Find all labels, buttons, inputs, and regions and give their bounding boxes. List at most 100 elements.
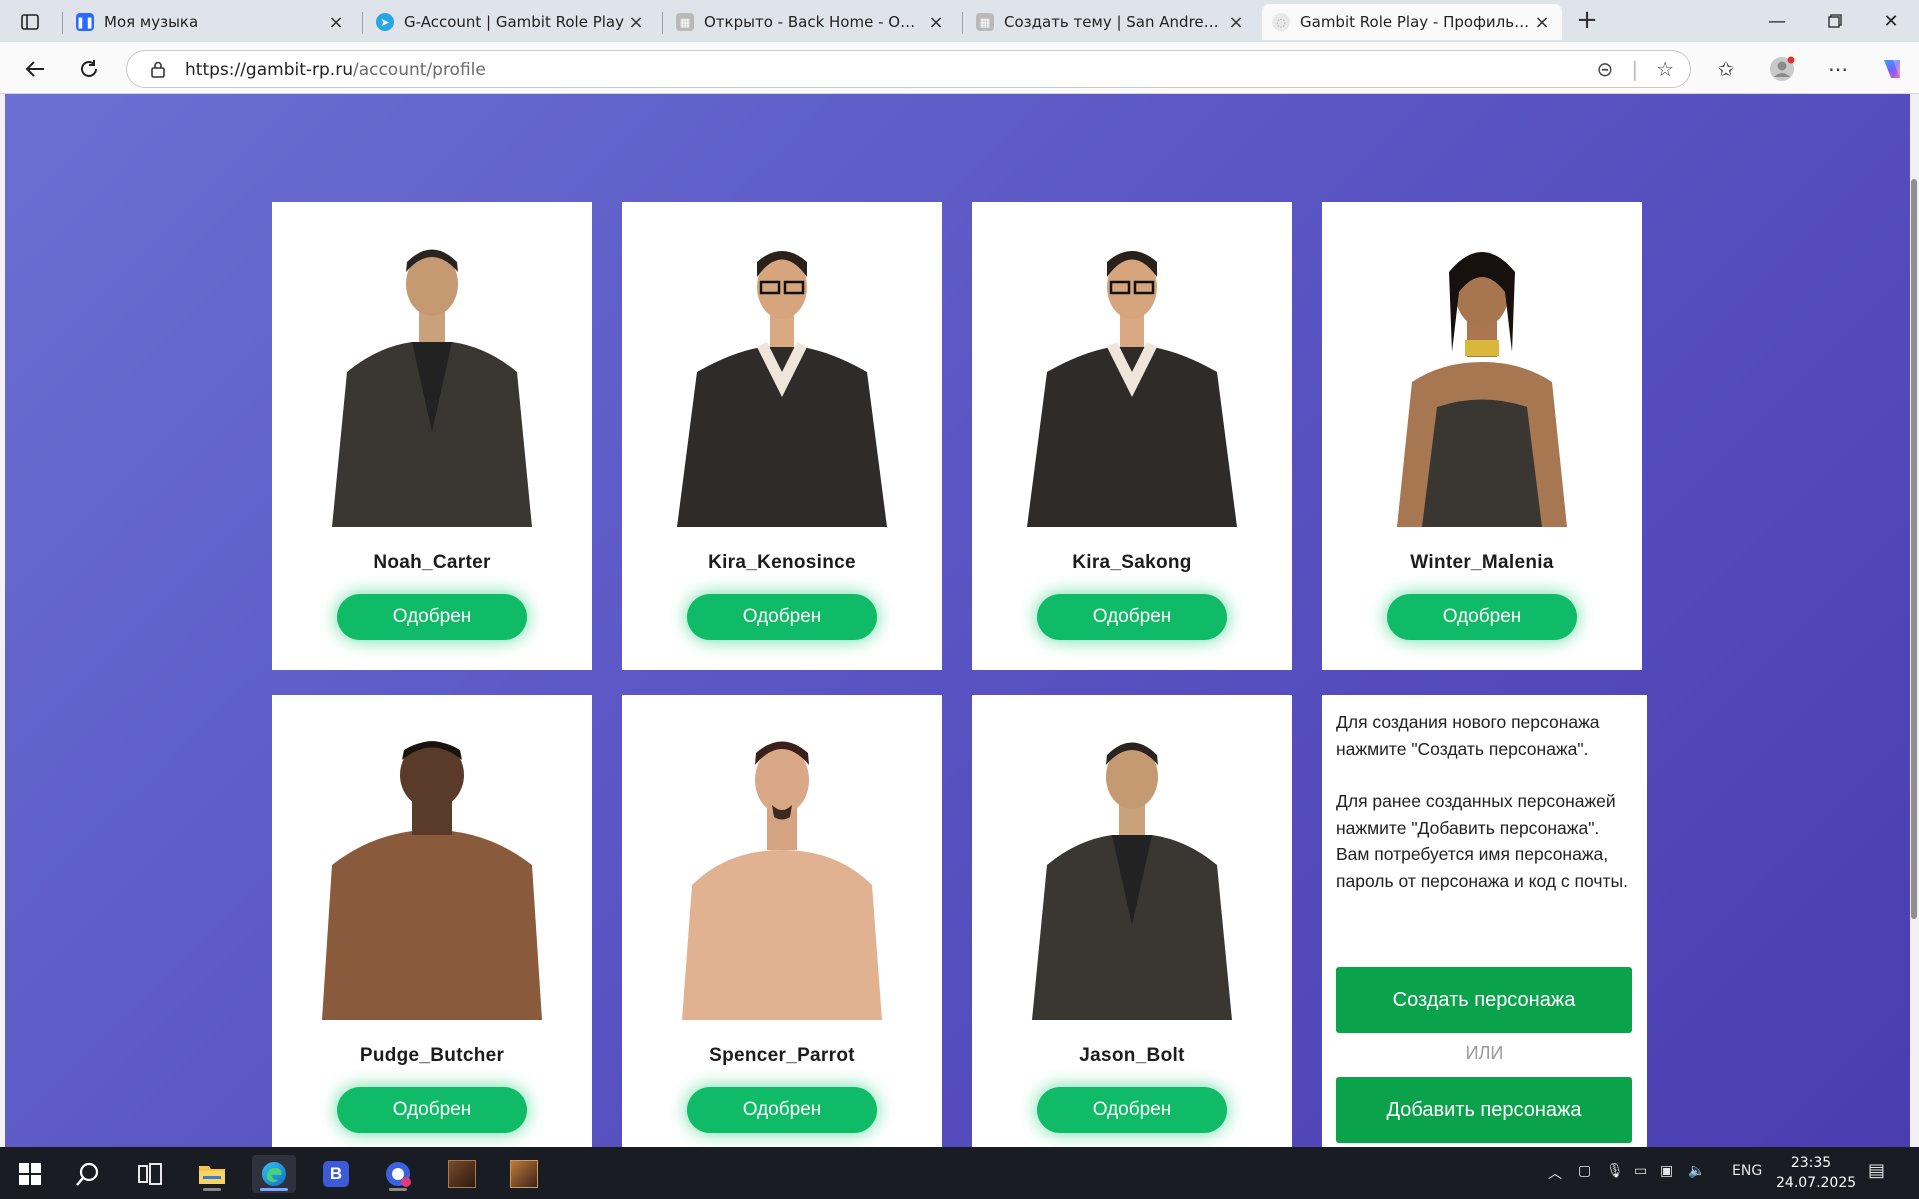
status-approved-button[interactable]: Одобрен	[337, 594, 527, 640]
windows-taskbar: B ︿ ▢ 🎙 ▭ ▣ 🔈 ENG 23:35 24.07.2025 ▤	[0, 1147, 1919, 1199]
tab-profile-ucp[interactable]: ◌ Gambit Role Play - Профиль UCP ×	[1262, 4, 1562, 40]
notification-icon[interactable]: ▤	[1868, 1160, 1885, 1181]
close-icon[interactable]: ×	[1226, 12, 1246, 33]
scrollbar-thumb[interactable]	[1911, 179, 1917, 919]
running-indicator	[389, 1188, 407, 1191]
windows-start-icon[interactable]	[8, 1155, 52, 1193]
address-bar-row: https://gambit-rp.ru/account/profile ⊝ |…	[0, 42, 1919, 94]
character-name: Jason_Bolt	[1079, 1045, 1185, 1066]
url-actions: ⊝ | ☆	[1597, 57, 1674, 81]
new-tab-button[interactable]: +	[1570, 6, 1604, 36]
edge-browser-icon[interactable]	[252, 1155, 296, 1193]
status-approved-button[interactable]: Одобрен	[337, 1087, 527, 1133]
url-field[interactable]: https://gambit-rp.ru/account/profile ⊝ |…	[126, 50, 1691, 88]
clock-time: 23:35	[1790, 1155, 1832, 1171]
volume-icon[interactable]: 🔈	[1688, 1163, 1705, 1179]
create-character-button[interactable]: Создать персонажа	[1336, 967, 1632, 1033]
active-indicator	[260, 1188, 288, 1191]
battery-icon[interactable]: ▭	[1634, 1163, 1647, 1179]
status-approved-button[interactable]: Одобрен	[687, 594, 877, 640]
chat-app-icon[interactable]	[376, 1155, 420, 1193]
b-app-icon[interactable]: B	[314, 1155, 358, 1193]
close-icon[interactable]: ×	[326, 12, 346, 33]
close-icon[interactable]: ×	[626, 12, 646, 33]
or-divider-label: ИЛИ	[1465, 1043, 1504, 1063]
character-name: Kira_Sakong	[1072, 552, 1192, 573]
tab-separator	[62, 12, 63, 34]
copilot-icon[interactable]	[1876, 54, 1908, 84]
network-icon[interactable]: ▣	[1660, 1163, 1673, 1179]
add-character-button[interactable]: Добавить персонажа	[1336, 1077, 1632, 1143]
forum-icon: ▦	[976, 13, 994, 31]
search-icon[interactable]	[66, 1155, 110, 1193]
tab-music[interactable]: ❚❚ Моя музыка ×	[66, 4, 356, 40]
tab-title: Gambit Role Play - Профиль UCP	[1300, 13, 1532, 31]
status-approved-button[interactable]: Одобрен	[687, 1087, 877, 1133]
restore-icon[interactable]	[1806, 0, 1864, 42]
close-icon[interactable]: ×	[926, 12, 946, 33]
more-reading-icon[interactable]: ⊝	[1597, 57, 1614, 81]
favorite-star-icon[interactable]: ☆	[1656, 57, 1674, 81]
lock-icon[interactable]	[151, 61, 165, 82]
tab-actions-icon[interactable]	[12, 9, 48, 35]
character-portrait	[1027, 251, 1237, 527]
tab-separator	[962, 12, 963, 34]
character-portrait	[332, 249, 532, 527]
character-card[interactable]: Winter_Malenia Одобрен	[1322, 202, 1642, 670]
url-text: https://gambit-rp.ru/account/profile	[185, 60, 486, 80]
page-content: Noah_Carter Одобрен Kira_Kenosince Одобр…	[5, 94, 1910, 1147]
telegram-icon: ➤	[376, 13, 394, 31]
page-scrollbar[interactable]	[1910, 94, 1919, 1147]
refresh-icon[interactable]	[74, 54, 104, 84]
clock[interactable]: 23:35 24.07.2025	[1776, 1153, 1857, 1193]
character-name: Winter_Malenia	[1410, 552, 1554, 573]
close-window-icon[interactable]: ✕	[1862, 0, 1919, 42]
tab-back-home[interactable]: ▦ Открыто - Back Home - ООС - Пр ×	[666, 4, 956, 40]
character-card[interactable]: Noah_Carter Одобрен	[272, 202, 592, 670]
divider: |	[1631, 57, 1639, 81]
character-card[interactable]: Kira_Kenosince Одобрен	[622, 202, 942, 670]
browser-tab-strip: ❚❚ Моя музыка × ➤ G-Account | Gambit Rol…	[0, 0, 1919, 42]
character-card[interactable]: Pudge_Butcher Одобрен	[272, 695, 592, 1147]
tab-separator	[362, 12, 363, 34]
microphone-icon[interactable]: 🎙	[1606, 1163, 1624, 1179]
status-approved-button[interactable]: Одобрен	[1387, 594, 1577, 640]
game-client-icon[interactable]	[502, 1155, 546, 1193]
tab-title: Создать тему | San Andreas Emer	[1004, 13, 1226, 31]
minimize-icon[interactable]: —	[1748, 0, 1806, 42]
language-indicator[interactable]: ENG	[1732, 1163, 1762, 1179]
character-name: Spencer_Parrot	[709, 1045, 855, 1066]
instructions-create: Для создания нового персонажа нажмите "С…	[1336, 712, 1600, 759]
meet-now-icon[interactable]: ▢	[1578, 1163, 1591, 1179]
tab-create-topic[interactable]: ▦ Создать тему | San Andreas Emer ×	[966, 4, 1256, 40]
favorites-icon[interactable]: ✩	[1710, 54, 1742, 84]
clock-date: 24.07.2025	[1776, 1175, 1857, 1191]
running-indicator	[203, 1188, 221, 1191]
tab-g-account[interactable]: ➤ G-Account | Gambit Role Play ×	[366, 4, 656, 40]
forum-icon: ▦	[676, 13, 694, 31]
character-portrait	[322, 741, 542, 1020]
character-name: Kira_Kenosince	[708, 552, 856, 573]
profile-avatar-icon[interactable]	[1766, 54, 1798, 84]
game-thumb	[448, 1160, 476, 1188]
character-card[interactable]: Jason_Bolt Одобрен	[972, 695, 1292, 1147]
status-approved-button[interactable]: Одобрен	[1037, 594, 1227, 640]
show-hidden-icons[interactable]: ︿	[1548, 1163, 1562, 1183]
create-character-panel: Для создания нового персонажа нажмите "С…	[1322, 695, 1647, 1147]
character-portrait	[1397, 252, 1567, 527]
character-portrait	[682, 741, 882, 1020]
character-card[interactable]: Spencer_Parrot Одобрен	[622, 695, 942, 1147]
close-icon[interactable]: ×	[1532, 12, 1552, 33]
character-name: Pudge_Butcher	[359, 1045, 505, 1066]
status-approved-button[interactable]: Одобрен	[1037, 1087, 1227, 1133]
task-view-icon[interactable]	[128, 1155, 172, 1193]
character-card[interactable]: Kira_Sakong Одобрен	[972, 202, 1292, 670]
loading-icon: ◌	[1272, 13, 1290, 31]
tab-separator	[662, 12, 663, 34]
file-explorer-icon[interactable]	[190, 1155, 234, 1193]
settings-more-icon[interactable]: ⋯	[1822, 54, 1854, 84]
game-thumb	[510, 1160, 538, 1188]
back-arrow-icon[interactable]	[20, 54, 50, 84]
character-portrait	[1032, 742, 1232, 1020]
game-launcher-icon[interactable]	[440, 1155, 484, 1193]
